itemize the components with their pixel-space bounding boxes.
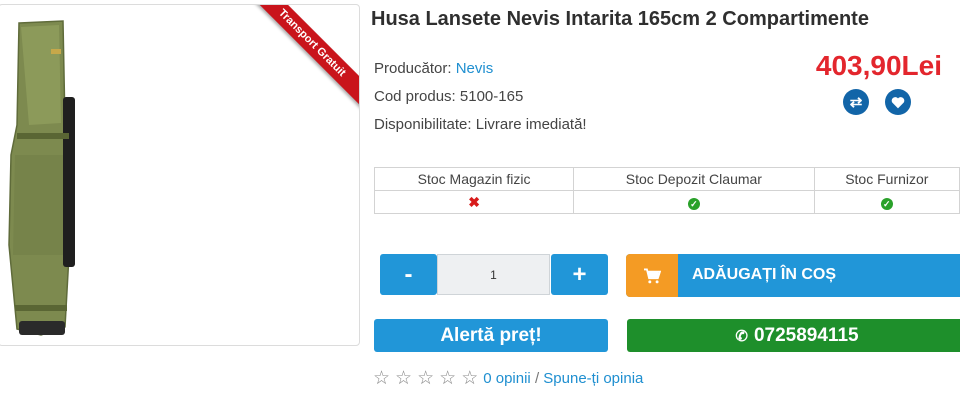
heart-icon [891, 96, 905, 108]
stock-supplier-status: ✓ [813, 190, 960, 214]
stock-status-row: ✖ ✓ ✓ [373, 190, 960, 214]
reviews-count-link[interactable]: 0 opinii [483, 370, 531, 387]
availability-label: Disponibilitate: [374, 116, 476, 133]
product-code-label: Cod produs: [374, 88, 460, 105]
rating-row: ☆ ☆ ☆ ☆ ☆ 0 opinii / Spune-ți opinia [373, 367, 643, 390]
producer-link[interactable]: Nevis [456, 60, 494, 77]
product-code-row: Cod produs: 5100-165 [374, 88, 523, 105]
cross-icon: ✖ [468, 193, 480, 210]
free-shipping-ribbon: Transport Gratuit [249, 5, 359, 115]
cart-icon-box [626, 254, 678, 297]
check-icon: ✓ [687, 198, 700, 210]
decrease-quantity-button[interactable]: - [380, 254, 437, 295]
star-icon[interactable]: ☆ [373, 367, 390, 390]
stock-header-warehouse: Stoc Depozit Claumar [573, 167, 815, 191]
cart-icon [644, 268, 661, 283]
product-title: Husa Lansete Nevis Intarita 165cm 2 Comp… [371, 8, 869, 30]
phone-number: 0725894115 [753, 324, 859, 346]
check-icon: ✓ [880, 198, 893, 210]
ribbon-label: Transport Gratuit [249, 5, 359, 111]
stock-header-store: Stoc Magazin fizic [373, 167, 575, 191]
compare-button[interactable]: ⇄ [843, 89, 869, 115]
stock-header-supplier: Stoc Furnizor [813, 167, 960, 191]
product-code-value: 5100-165 [459, 88, 524, 105]
producer-row: Producător: Nevis [374, 60, 493, 77]
increase-quantity-button[interactable]: + [551, 254, 608, 295]
producer-label: Producător: [374, 60, 456, 77]
star-icon[interactable]: ☆ [395, 367, 412, 390]
product-price: 403,90Lei [815, 50, 942, 81]
availability-row: Disponibilitate: Livrare imediată! [374, 116, 587, 133]
stock-store-status: ✖ [373, 190, 575, 214]
write-review-link[interactable]: Spune-ți opinia [543, 370, 643, 387]
phone-icon: ✆ [735, 327, 748, 345]
star-icon[interactable]: ☆ [439, 367, 456, 390]
star-icon[interactable]: ☆ [417, 367, 434, 390]
availability-value: Livrare imediată! [475, 116, 587, 133]
wishlist-button[interactable] [885, 89, 911, 115]
add-to-cart-label: ADĂUGAȚI ÎN COȘ [692, 266, 836, 283]
star-icon[interactable]: ☆ [461, 367, 478, 390]
reviews-separator: / [530, 370, 544, 387]
add-to-cart-button[interactable]: ADĂUGAȚI ÎN COȘ [626, 254, 960, 297]
compare-icon: ⇄ [849, 94, 863, 111]
quantity-input[interactable] [437, 254, 550, 295]
product-image-frame[interactable]: Transport Gratuit [0, 4, 360, 346]
stock-header-row: Stoc Magazin fizic Stoc Depozit Claumar … [373, 167, 960, 191]
stock-table: Stoc Magazin fizic Stoc Depozit Claumar … [373, 167, 960, 214]
phone-button[interactable]: ✆ 0725894115 [627, 319, 960, 352]
price-alert-button[interactable]: Alertă preț! [374, 319, 608, 352]
stock-warehouse-status: ✓ [573, 190, 815, 214]
